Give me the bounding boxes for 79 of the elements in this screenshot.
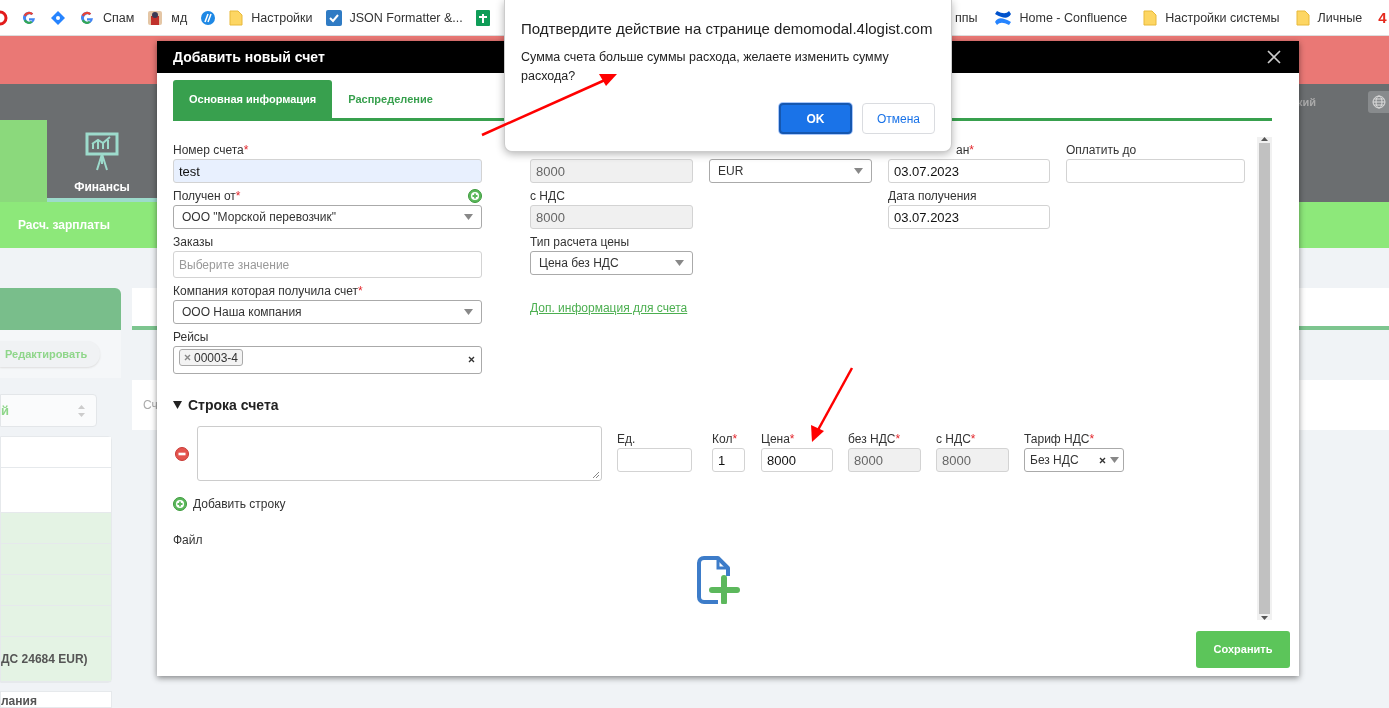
- bookmark[interactable]: Спам: [79, 9, 135, 26]
- bookmark[interactable]: Личные: [1295, 9, 1363, 26]
- field-label: Получен от*: [173, 189, 241, 203]
- google-icon[interactable]: [21, 9, 37, 26]
- bookmark[interactable]: Настройки системы: [1143, 9, 1280, 26]
- dialog-message: Сумма счета больше суммы расхода, желаете изменить сумму расхода?: [521, 49, 890, 85]
- dropdown[interactable]: Цена без НДС: [530, 251, 693, 275]
- circle-icon[interactable]: [200, 9, 217, 26]
- remove-icon[interactable]: [184, 354, 191, 361]
- dropdown[interactable]: EUR: [709, 159, 872, 183]
- bookmark[interactable]: мд: [147, 9, 188, 26]
- folder-icon[interactable]: [1143, 9, 1158, 26]
- field-label: Рейсы: [173, 330, 209, 344]
- field-label: Кол*: [712, 432, 738, 446]
- sheet-icon[interactable]: [475, 9, 490, 26]
- cancel-button[interactable]: Отмена: [862, 103, 935, 134]
- arrow-up-icon[interactable]: [1261, 137, 1268, 141]
- logo[interactable]: 4: [1378, 9, 1387, 26]
- ok-button[interactable]: OK: [779, 103, 852, 134]
- checkbox-icon[interactable]: [325, 9, 342, 26]
- field-label: Заказы: [173, 235, 214, 249]
- clear-icon[interactable]: [468, 356, 475, 363]
- field-label: с НДС: [530, 189, 565, 203]
- chart-icon[interactable]: [84, 132, 120, 172]
- arrow-down-icon[interactable]: [1261, 616, 1268, 620]
- field-label: с НДС*: [936, 432, 976, 446]
- tag-chip[interactable]: 00003-4: [179, 349, 244, 366]
- section-title: Строка счета: [188, 397, 279, 413]
- dropdown[interactable]: ООО "Морской перевозчик": [173, 205, 482, 229]
- field-label: Файл: [173, 533, 204, 547]
- caret-icon: [1110, 457, 1119, 463]
- input-field[interactable]: 03.07.2023: [888, 205, 1050, 229]
- avatar-icon[interactable]: [147, 9, 164, 26]
- caret-icon: [464, 214, 473, 220]
- field-label: Цена*: [761, 432, 795, 446]
- dropdown[interactable]: ООО Наша компания: [173, 300, 482, 324]
- close-icon[interactable]: [1267, 50, 1281, 64]
- field-label: ан*: [956, 143, 974, 157]
- input-field[interactable]: 03.07.2023: [888, 159, 1050, 183]
- input-field[interactable]: 8000: [761, 448, 833, 472]
- nav-tile[interactable]: [0, 120, 47, 202]
- caret-icon: [854, 168, 863, 174]
- sort-icon: [77, 403, 86, 418]
- field-label: Тариф НДС*: [1024, 432, 1095, 446]
- remove-icon[interactable]: [175, 447, 189, 461]
- list-row[interactable]: ДС 24684 EUR): [1, 637, 111, 682]
- field-label: Номер счета*: [173, 143, 249, 157]
- diamond-icon[interactable]: [50, 9, 66, 26]
- folder-icon[interactable]: [1295, 9, 1310, 26]
- caret-icon[interactable]: [173, 401, 182, 409]
- resize-icon[interactable]: [592, 471, 600, 479]
- dropdown[interactable]: Без НДС: [1024, 448, 1124, 472]
- field-label: Тип расчета цены: [530, 235, 630, 249]
- field-label: Компания которая получила счет*: [173, 284, 363, 298]
- bookmark[interactable]: JSON Formatter &...: [325, 9, 463, 26]
- field-label: без НДС*: [848, 432, 901, 446]
- add-icon[interactable]: [468, 189, 482, 203]
- bookmark[interactable]: ппы: [955, 10, 978, 25]
- caret-icon: [464, 309, 473, 315]
- tag-field[interactable]: 00003-4: [173, 346, 482, 374]
- clear-icon[interactable]: [1099, 456, 1106, 464]
- dialog-title: Подтвердите действие на странице demomodal.4logist.com: [521, 20, 934, 37]
- modal-title: Добавить новый счет: [173, 49, 325, 65]
- input-field[interactable]: 1: [712, 448, 745, 472]
- google-icon[interactable]: [79, 9, 95, 26]
- input-field[interactable]: [1066, 159, 1245, 183]
- scrollbar[interactable]: [1257, 137, 1272, 620]
- field-label: Ед.: [617, 432, 636, 446]
- bookmark[interactable]: Home - Confluence: [993, 9, 1128, 26]
- field-label: Оплатить до: [1066, 143, 1137, 157]
- list-card: лания: [0, 691, 112, 708]
- field-label: Дата получения: [888, 189, 977, 203]
- bookmark[interactable]: Настройки: [229, 9, 313, 26]
- input-field[interactable]: [617, 448, 692, 472]
- add-row-link[interactable]: Добавить строку: [193, 497, 286, 511]
- input-field[interactable]: test: [173, 159, 482, 183]
- caret-icon: [675, 260, 684, 266]
- add-icon[interactable]: [173, 497, 187, 511]
- folder-icon[interactable]: [229, 9, 244, 26]
